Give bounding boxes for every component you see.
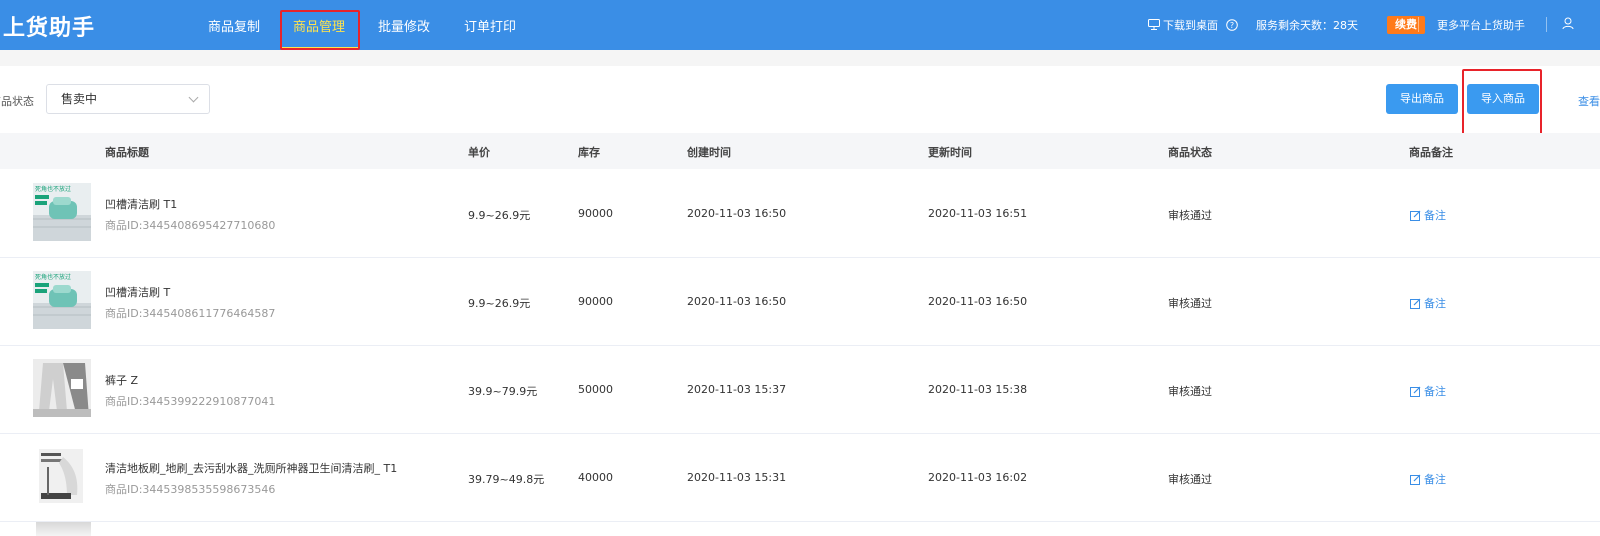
nav-item-product-management[interactable]: 商品管理 — [293, 16, 345, 35]
monitor-icon — [1148, 19, 1160, 30]
product-image: 死角也不放过 — [33, 271, 91, 329]
product-price: 9.9~26.9元 — [468, 297, 531, 310]
column-header-created: 创建时间 — [687, 146, 731, 159]
note-link[interactable]: 备注 — [1410, 383, 1446, 399]
product-status: 审核通过 — [1168, 473, 1212, 486]
column-header-status: 商品状态 — [1168, 146, 1212, 159]
table-header: 商品标题 单价 库存 创建时间 更新时间 商品状态 商品备注 — [0, 133, 1600, 169]
top-navigation-bar: 上货助手 商品复制 商品管理 批量修改 订单打印 下载到桌面 ? 服务剩余天数：… — [0, 0, 1600, 50]
updated-time: 2020-11-03 16:50 — [928, 295, 1028, 308]
more-platforms-link[interactable]: 更多平台上货助手 — [1437, 17, 1525, 33]
renew-button[interactable]: 续费 — [1387, 16, 1425, 34]
product-stock: 50000 — [578, 383, 613, 396]
export-products-button[interactable]: 导出商品 — [1386, 84, 1458, 114]
column-header-stock: 库存 — [578, 146, 600, 159]
note-label: 备注 — [1424, 473, 1446, 486]
divider — [1546, 17, 1547, 32]
product-stock: 40000 — [578, 471, 613, 484]
user-icon[interactable] — [1562, 17, 1574, 30]
status-select[interactable]: 售卖中 — [46, 84, 210, 114]
product-status: 审核通过 — [1168, 209, 1212, 222]
column-header-updated: 更新时间 — [928, 146, 972, 159]
view-link[interactable]: 查看 — [1578, 93, 1600, 109]
table-row: 死角也不放过凹槽清洁刷 T1 商品ID:3445408695427710680 9.… — [0, 170, 1600, 258]
table-row: 清洁地板刷_地刷_去污刮水器_洗厕所神器卫生间清洁刷_ T1 商品ID:34453… — [0, 434, 1600, 522]
download-to-desktop-link[interactable]: 下载到桌面 ? — [1148, 17, 1238, 33]
product-title[interactable]: 凹槽清洁刷 T1 — [105, 196, 177, 212]
gray-strip — [0, 50, 1600, 66]
product-thumbnail[interactable] — [33, 447, 91, 505]
nav-item-copy-products[interactable]: 商品复制 — [208, 16, 260, 35]
note-link[interactable]: 备注 — [1410, 471, 1446, 487]
product-price: 39.9~79.9元 — [468, 385, 538, 398]
product-price: 39.79~49.8元 — [468, 473, 545, 486]
note-label: 备注 — [1424, 385, 1446, 398]
nav-item-order-print[interactable]: 订单打印 — [464, 16, 516, 35]
edit-icon — [1410, 474, 1421, 485]
column-header-price: 单价 — [468, 146, 490, 159]
note-label: 备注 — [1424, 297, 1446, 310]
product-status: 审核通过 — [1168, 385, 1212, 398]
status-filter-label: 商品状态 — [0, 95, 34, 108]
product-id: 商品ID:3445398535598673546 — [105, 483, 276, 496]
edit-icon — [1410, 298, 1421, 309]
product-title[interactable]: 清洁地板刷_地刷_去污刮水器_洗厕所神器卫生间清洁刷_ T1 — [105, 460, 397, 476]
note-label: 备注 — [1424, 209, 1446, 222]
product-thumbnail[interactable]: 死角也不放过 — [33, 271, 91, 329]
product-id: 商品ID:3445399222910877041 — [105, 395, 276, 408]
column-header-title: 商品标题 — [105, 146, 149, 159]
product-title[interactable]: 裤子 Z — [105, 372, 138, 388]
product-id: 商品ID:3445408611776464587 — [105, 307, 276, 320]
created-time: 2020-11-03 15:31 — [687, 471, 787, 484]
product-price: 9.9~26.9元 — [468, 209, 531, 222]
created-time: 2020-11-03 16:50 — [687, 207, 787, 220]
product-thumbnail[interactable] — [33, 359, 91, 417]
product-title[interactable]: 凹槽清洁刷 T — [105, 284, 170, 300]
divider — [1418, 17, 1419, 32]
download-label: 下载到桌面 — [1163, 19, 1218, 32]
updated-time: 2020-11-03 16:51 — [928, 207, 1028, 220]
column-header-note: 商品备注 — [1409, 146, 1453, 159]
product-image — [33, 359, 91, 417]
product-stock: 90000 — [578, 295, 613, 308]
created-time: 2020-11-03 15:37 — [687, 383, 787, 396]
product-image — [33, 447, 91, 505]
nav-item-batch-edit[interactable]: 批量修改 — [378, 16, 430, 35]
product-id: 商品ID:3445408695427710680 — [105, 219, 276, 232]
product-thumbnail — [36, 522, 91, 536]
product-image: 死角也不放过 — [33, 183, 91, 241]
app-logo: 上货助手 — [3, 16, 96, 41]
import-products-button[interactable]: 导入商品 — [1467, 84, 1539, 114]
edit-icon — [1410, 386, 1421, 397]
product-thumbnail[interactable]: 死角也不放过 — [33, 183, 91, 241]
product-stock: 90000 — [578, 207, 613, 220]
created-time: 2020-11-03 16:50 — [687, 295, 787, 308]
help-icon[interactable]: ? — [1225, 19, 1238, 31]
svg-text:死角也不放过: 死角也不放过 — [35, 273, 71, 281]
table-row: 裤子 Z 商品ID:3445399222910877041 39.9~79.9元 50… — [0, 346, 1600, 434]
updated-time: 2020-11-03 16:02 — [928, 471, 1028, 484]
updated-time: 2020-11-03 15:38 — [928, 383, 1028, 396]
status-select-value: 售卖中 — [61, 92, 98, 106]
chevron-down-icon — [188, 92, 199, 103]
svg-text:?: ? — [1229, 21, 1233, 30]
product-status: 审核通过 — [1168, 297, 1212, 310]
table-row: 死角也不放过凹槽清洁刷 T 商品ID:3445408611776464587 9.9… — [0, 258, 1600, 346]
service-days-remaining: 服务剩余天数：28天 — [1256, 19, 1358, 32]
note-link[interactable]: 备注 — [1410, 295, 1446, 311]
edit-icon — [1410, 210, 1421, 221]
svg-text:死角也不放过: 死角也不放过 — [35, 185, 71, 193]
partial-row — [0, 522, 1600, 536]
note-link[interactable]: 备注 — [1410, 207, 1446, 223]
